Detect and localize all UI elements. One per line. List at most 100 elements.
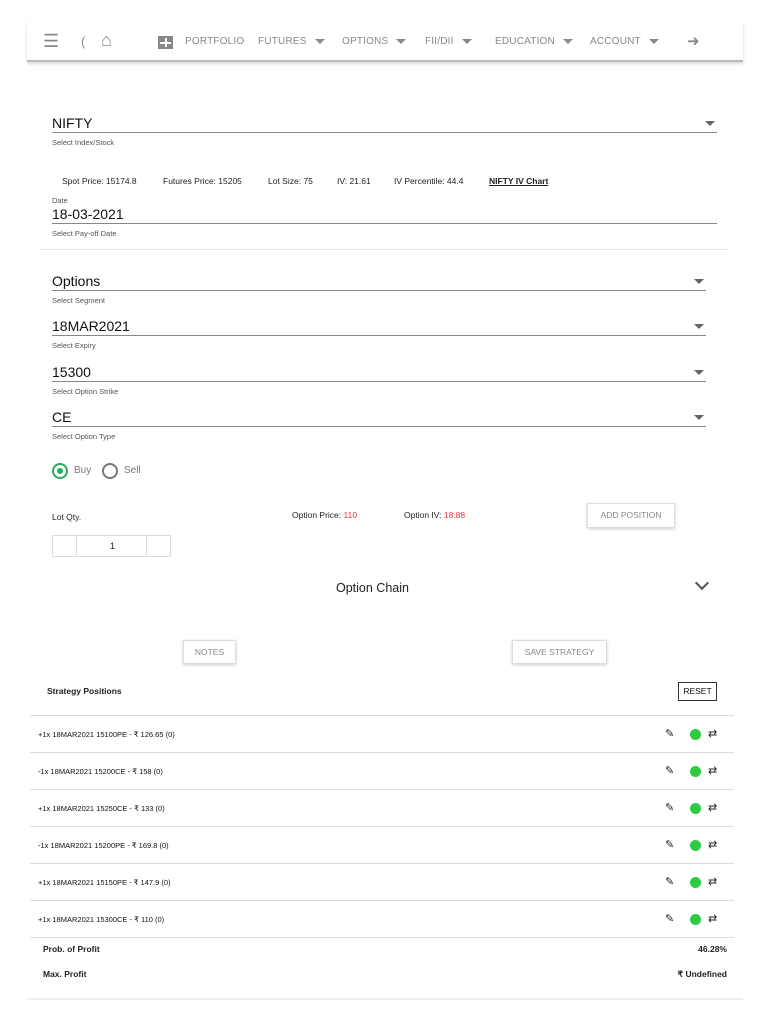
spot-price: Spot Price: 15174.8 — [62, 176, 137, 186]
edit-icon[interactable]: ✎ — [665, 912, 674, 925]
position-row: +1x 18MAR2021 15100PE - ₹ 126.65 (0) ✎ ⇄ — [30, 716, 734, 753]
increment-button[interactable] — [146, 536, 170, 556]
position-text: +1x 18MAR2021 15250CE - ₹ 133 (0) — [38, 804, 165, 813]
nav-fii-dii[interactable]: FII/DII — [425, 36, 472, 47]
lot-qty-stepper[interactable]: 1 — [52, 535, 171, 557]
home-icon[interactable]: ⌂ — [101, 30, 112, 51]
date-input[interactable]: 18-03-2021 — [52, 206, 717, 224]
date-label: Date — [52, 196, 68, 205]
option-iv-label: Option IV: — [404, 510, 442, 520]
date-helper: Select Pay-off Date — [52, 229, 117, 238]
status-dot[interactable] — [690, 840, 701, 851]
strike-helper: Select Option Strike — [52, 387, 119, 396]
nav-options[interactable]: OPTIONS — [342, 36, 407, 47]
swap-icon[interactable]: ⇄ — [708, 764, 717, 777]
type-select[interactable]: CE — [52, 409, 706, 427]
segment-value: Options — [52, 273, 101, 289]
swap-icon[interactable]: ⇄ — [708, 838, 717, 851]
status-dot[interactable] — [690, 877, 701, 888]
swap-icon[interactable]: ⇄ — [708, 912, 717, 925]
buy-label: Buy — [74, 465, 92, 476]
edit-icon[interactable]: ✎ — [665, 727, 674, 740]
caret-down-icon — [396, 38, 407, 44]
nav-account[interactable]: ACCOUNT — [590, 36, 659, 47]
futures-price: Futures Price: 15205 — [163, 176, 242, 186]
status-dot[interactable] — [690, 729, 701, 740]
option-price-value: 110 — [343, 510, 358, 520]
position-text: -1x 18MAR2021 15200CE - ₹ 158 (0) — [38, 767, 163, 776]
edit-icon[interactable]: ✎ — [665, 801, 674, 814]
date-value: 18-03-2021 — [52, 206, 124, 222]
partial-icon: ( — [81, 34, 86, 49]
option-price-label: Option Price: — [292, 510, 342, 520]
dropdown-icon — [705, 121, 715, 126]
divider — [40, 249, 728, 250]
swap-icon[interactable]: ⇄ — [708, 801, 717, 814]
strategy-title: Strategy Positions — [47, 686, 122, 696]
grid-icon — [158, 36, 173, 49]
type-helper: Select Option Type — [52, 432, 116, 441]
edit-icon[interactable]: ✎ — [665, 764, 674, 777]
position-row: -1x 18MAR2021 15200CE - ₹ 158 (0) ✎ ⇄ — [30, 753, 734, 790]
pop-label: Prob. of Profit — [43, 944, 100, 954]
save-strategy-button[interactable]: SAVE STRATEGY — [512, 640, 607, 664]
nav-education[interactable]: EDUCATION — [495, 36, 573, 47]
nav-futures[interactable]: FUTURES — [258, 36, 325, 47]
index-helper: Select Index/Stock — [52, 138, 115, 147]
caret-down-icon — [648, 38, 659, 44]
buy-radio[interactable] — [52, 463, 68, 479]
nav-options-label: OPTIONS — [342, 36, 389, 47]
position-row: +1x 18MAR2021 15150PE - ₹ 147.9 (0) ✎ ⇄ — [30, 864, 734, 901]
sell-label: Sell — [124, 465, 141, 476]
strike-select[interactable]: 15300 — [52, 364, 706, 382]
expiry-helper: Select Expiry — [52, 341, 96, 350]
position-text: +1x 18MAR2021 15100PE - ₹ 126.65 (0) — [38, 730, 175, 739]
iv: IV: 21.61 — [337, 176, 371, 186]
status-dot[interactable] — [690, 803, 701, 814]
reset-button[interactable]: RESET — [678, 682, 717, 701]
max-profit-value: ₹ Undefined — [677, 969, 727, 979]
position-text: -1x 18MAR2021 15200PE - ₹ 169.8 (0) — [38, 841, 169, 850]
strike-value: 15300 — [52, 364, 91, 380]
lot-size: Lot Size: 75 — [268, 176, 313, 186]
swap-icon[interactable]: ⇄ — [708, 875, 717, 888]
chevron-down-icon[interactable] — [694, 575, 710, 591]
position-text: +1x 18MAR2021 15300CE - ₹ 110 (0) — [38, 915, 165, 924]
caret-down-icon — [461, 38, 472, 44]
edit-icon[interactable]: ✎ — [665, 875, 674, 888]
option-chain-title[interactable]: Option Chain — [336, 581, 409, 595]
notes-button[interactable]: NOTES — [183, 640, 236, 664]
index-value: NIFTY — [52, 115, 93, 131]
max-profit-label: Max. Profit — [43, 969, 87, 979]
top-nav: ☰ ( ⌂ PORTFOLIO FUTURES OPTIONS FII/DII … — [27, 20, 743, 62]
dropdown-icon — [694, 370, 704, 375]
sell-radio[interactable] — [102, 463, 118, 479]
lot-qty-value[interactable]: 1 — [77, 541, 148, 551]
position-row: -1x 18MAR2021 15200PE - ₹ 169.8 (0) ✎ ⇄ — [30, 827, 734, 864]
logout-icon[interactable]: ➜ — [687, 32, 700, 50]
decrement-button[interactable] — [53, 536, 77, 556]
status-dot[interactable] — [690, 914, 701, 925]
iv-chart-link[interactable]: NIFTY IV Chart — [489, 176, 548, 186]
iv-percentile: IV Percentile: 44.4 — [394, 176, 464, 186]
dropdown-icon — [694, 415, 704, 420]
edit-icon[interactable]: ✎ — [665, 838, 674, 851]
option-price: Option Price: 110 — [292, 510, 357, 520]
bottom-divider — [27, 998, 743, 1000]
nav-education-label: EDUCATION — [495, 36, 555, 47]
nav-portfolio[interactable]: PORTFOLIO — [185, 36, 244, 47]
index-select[interactable]: NIFTY — [52, 115, 717, 133]
menu-icon[interactable]: ☰ — [43, 32, 59, 50]
segment-select[interactable]: Options — [52, 273, 706, 291]
nav-futures-label: FUTURES — [258, 36, 307, 47]
pop-value: 46.28% — [698, 944, 727, 954]
position-text: +1x 18MAR2021 15150PE - ₹ 147.9 (0) — [38, 878, 171, 887]
swap-icon[interactable]: ⇄ — [708, 727, 717, 740]
position-row: +1x 18MAR2021 15300CE - ₹ 110 (0) ✎ ⇄ — [30, 901, 734, 938]
option-iv-value: 18.88 — [443, 510, 466, 520]
expiry-select[interactable]: 18MAR2021 — [52, 318, 706, 336]
add-position-button[interactable]: ADD POSITION — [587, 503, 675, 528]
dropdown-icon — [694, 324, 704, 329]
status-dot[interactable] — [690, 766, 701, 777]
type-value: CE — [52, 409, 72, 425]
